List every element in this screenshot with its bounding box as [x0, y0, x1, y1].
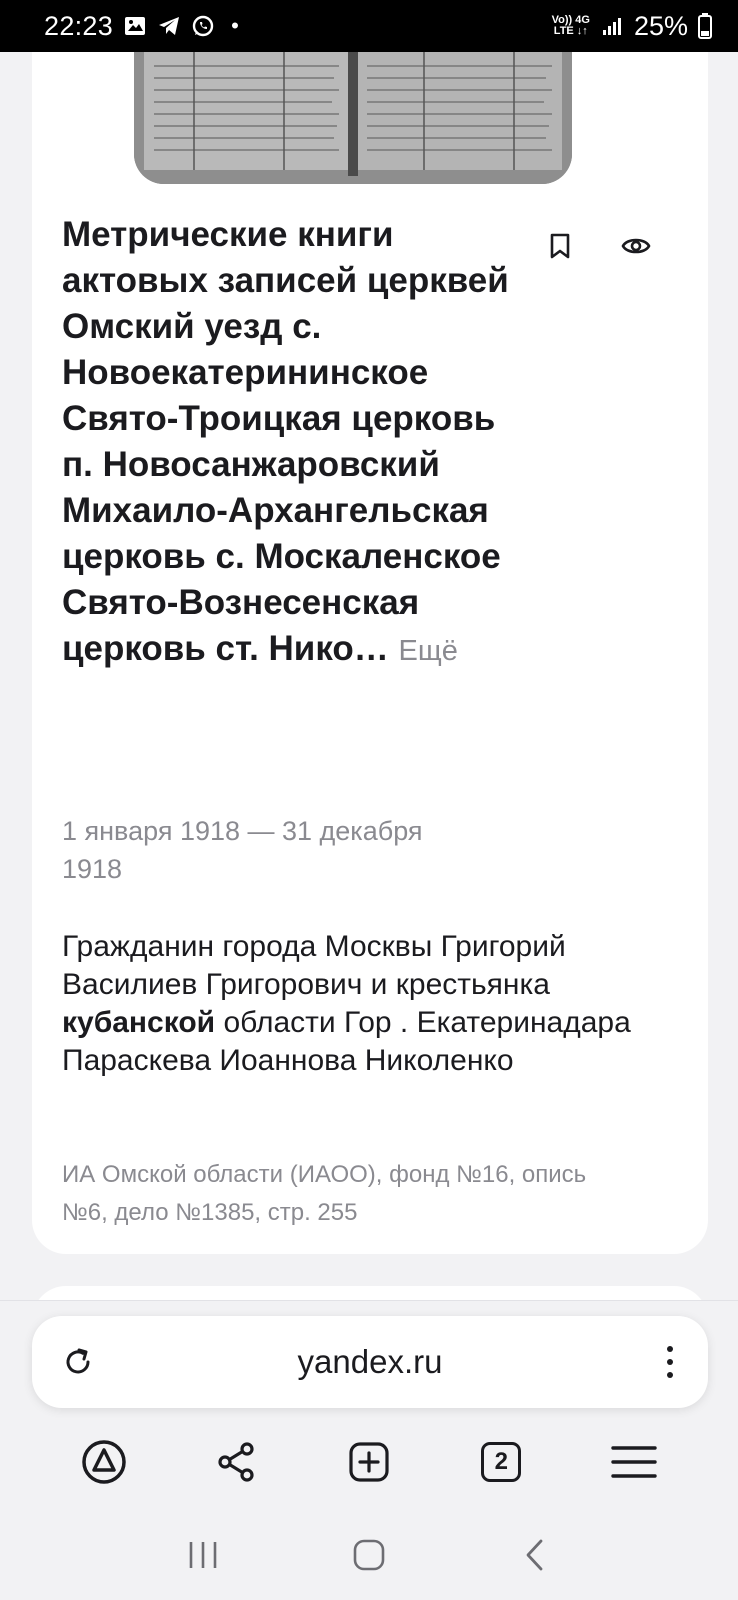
notification-dot: •: [231, 13, 239, 38]
whatsapp-icon: [192, 15, 214, 37]
system-nav-bar: [0, 1510, 738, 1600]
menu-icon: [611, 1446, 657, 1478]
status-left: 22:23 •: [44, 11, 239, 42]
description-bold: кубанской: [62, 1006, 216, 1039]
battery-icon: [698, 13, 712, 39]
alice-button[interactable]: [76, 1434, 132, 1490]
url-text[interactable]: yandex.ru: [298, 1343, 443, 1381]
record-title-text: Метрические книги актовых записей церкве…: [62, 215, 509, 668]
back-button[interactable]: [505, 1525, 565, 1585]
gallery-icon: [125, 17, 146, 35]
eye-icon: [621, 238, 651, 254]
signal-icon: [602, 18, 621, 35]
new-tab-icon: [349, 1442, 389, 1482]
alice-icon: [82, 1440, 126, 1484]
menu-button[interactable]: [606, 1434, 662, 1490]
archive-source: ИА Омской области (ИАОО), фонд №16, опис…: [62, 1161, 587, 1226]
status-right: Vo)) 4G LTE ↓↑ 25%: [552, 11, 712, 42]
status-time: 22:23: [44, 10, 114, 41]
network-bottom-label: LTE ↓↑: [553, 25, 588, 37]
share-button[interactable]: [209, 1434, 265, 1490]
new-tab-button[interactable]: [341, 1434, 397, 1490]
kebab-dot: [667, 1359, 673, 1365]
network-indicator: Vo)) 4G LTE ↓↑: [552, 15, 590, 37]
more-options-button[interactable]: [658, 1340, 682, 1384]
record-title: Метрические книги актовых записей церкве…: [62, 212, 522, 674]
record-description: Гражданин города Москвы Григорий Василие…: [62, 928, 672, 1080]
kebab-dot: [667, 1346, 673, 1352]
tabs-button[interactable]: 2: [473, 1434, 529, 1490]
home-button[interactable]: [339, 1525, 399, 1585]
recent-apps-button[interactable]: [173, 1525, 233, 1585]
browser-toolbar: 2: [0, 1424, 738, 1500]
kebab-dot: [667, 1372, 673, 1378]
telegram-icon: [159, 17, 180, 35]
share-icon: [217, 1442, 254, 1482]
reload-button[interactable]: [60, 1344, 96, 1380]
reload-icon: [66, 1348, 90, 1374]
recent-apps-icon: [189, 1542, 217, 1568]
date-range: 1 января 1918 — 31 декабря 1918: [62, 816, 423, 884]
back-icon: [526, 1539, 543, 1571]
document-image[interactable]: [134, 52, 572, 184]
address-bar[interactable]: yandex.ru: [32, 1316, 708, 1408]
bookmark-button[interactable]: [542, 228, 578, 264]
bookmark-icon: [550, 233, 570, 259]
more-link[interactable]: Ещё: [399, 635, 458, 667]
view-button[interactable]: [616, 228, 656, 264]
status-bar: 22:23 • Vo)) 4G LTE ↓↑ 25%: [0, 0, 738, 52]
home-icon: [353, 1539, 385, 1571]
battery-percent: 25%: [633, 10, 688, 41]
archive-record-card: Метрические книги актовых записей церкве…: [32, 52, 708, 1254]
tabs-icon: 2: [481, 1442, 522, 1482]
book-scan-graphic: [134, 52, 572, 184]
description-part-1: Гражданин города Москвы Григорий Василие…: [62, 930, 566, 1001]
